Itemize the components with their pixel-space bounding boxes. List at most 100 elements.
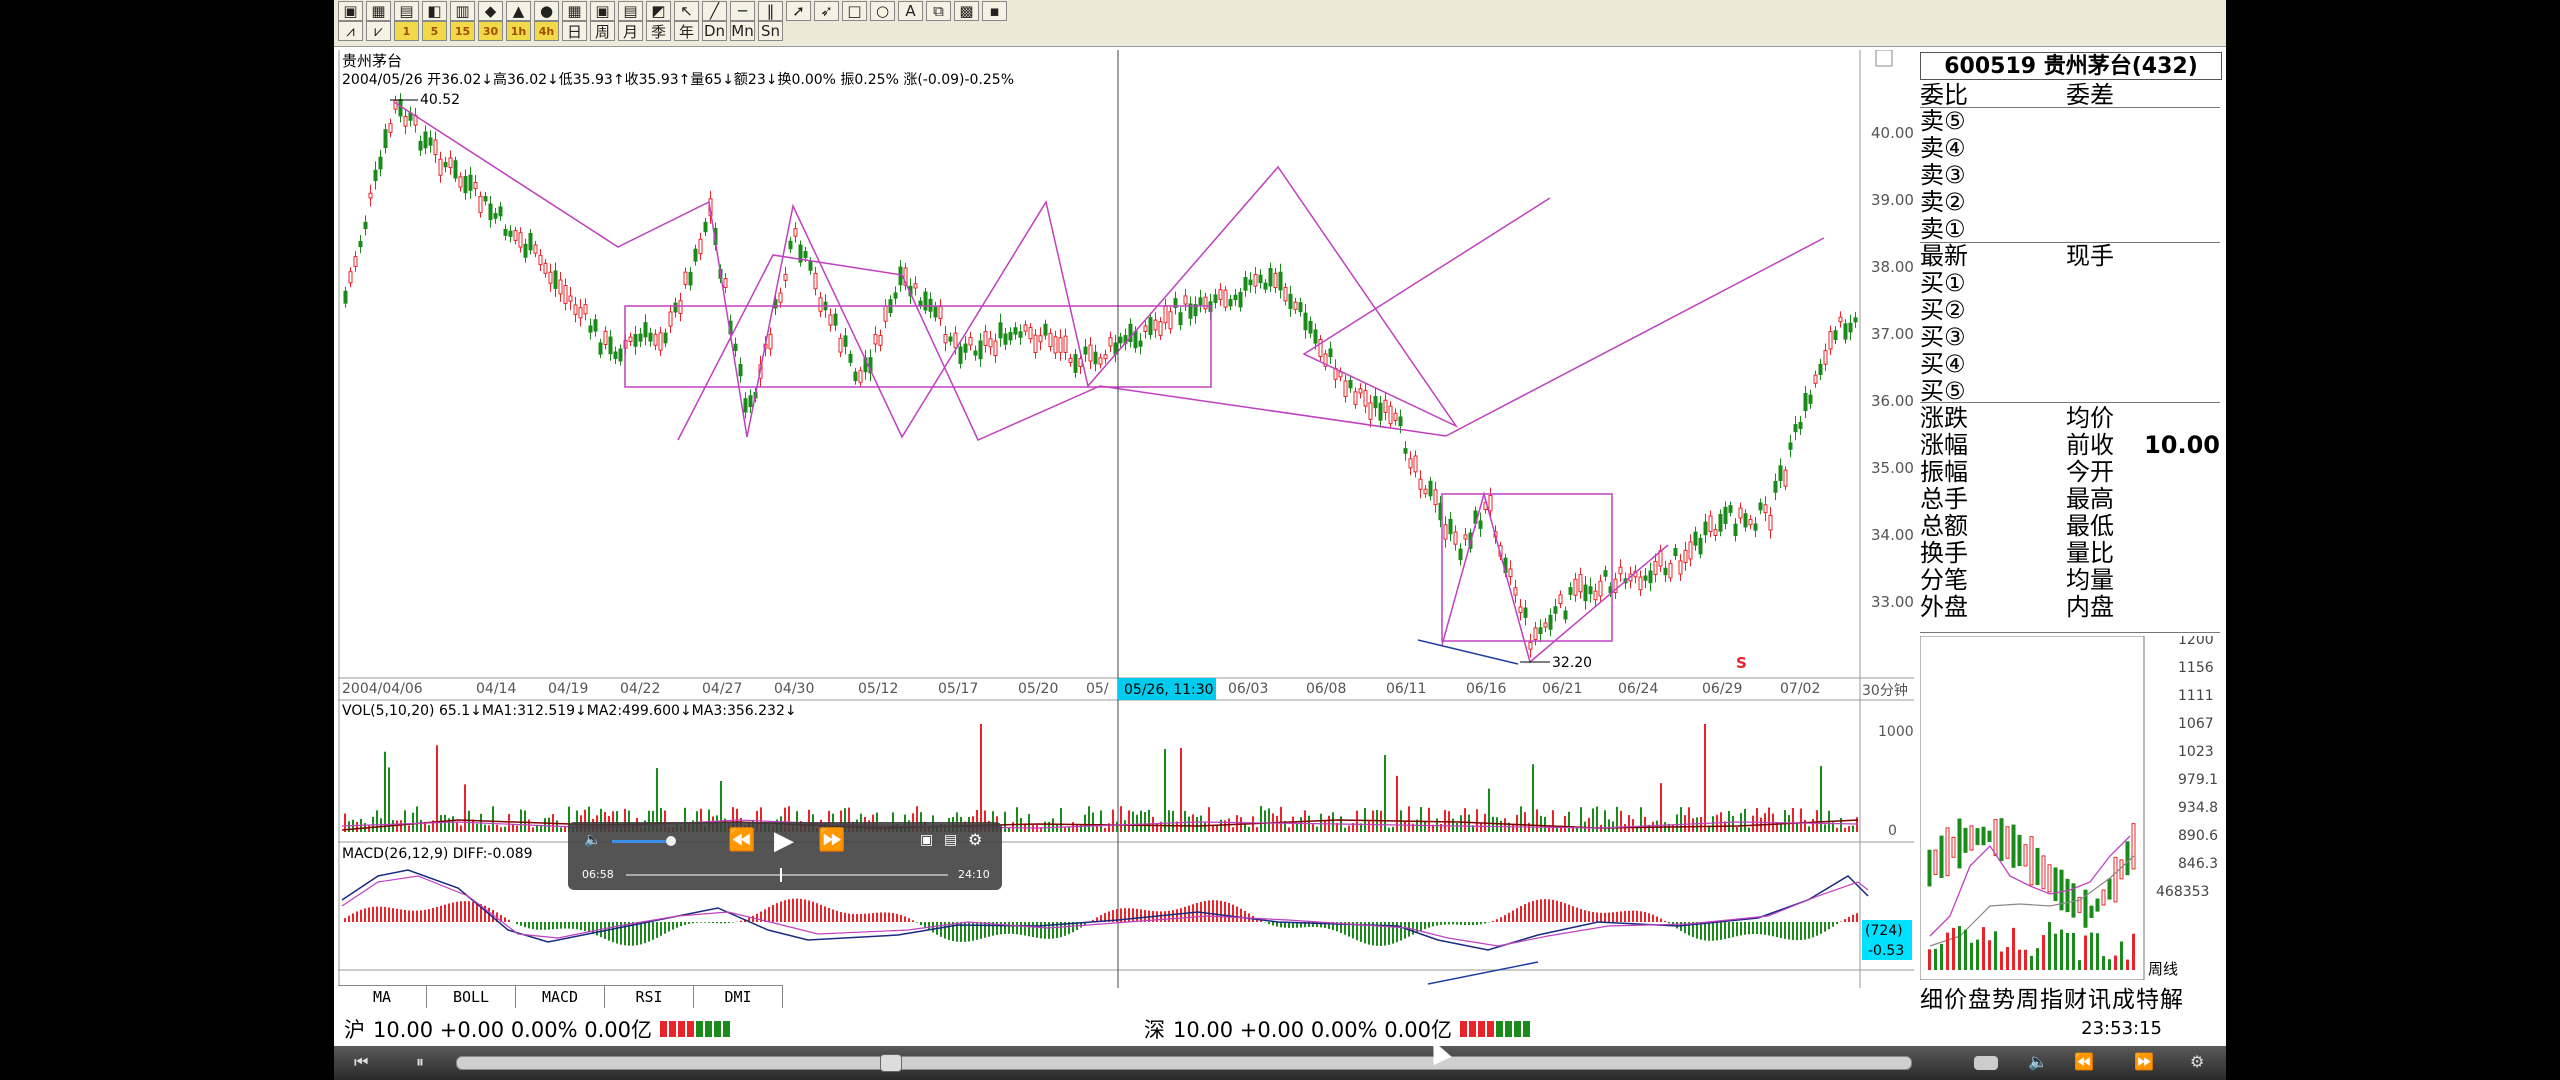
candle bbox=[693, 248, 698, 262]
sz-index[interactable]: 深 10.00 +0.00 0.00% 0.00亿 bbox=[1144, 1014, 1530, 1044]
tab-dmi[interactable]: DMI bbox=[694, 985, 783, 1008]
play-icon[interactable]: ▶ bbox=[774, 826, 794, 856]
rect-tool-icon[interactable]: □ bbox=[842, 1, 867, 21]
macd-bar bbox=[820, 904, 822, 922]
circle-tool-icon[interactable]: ○ bbox=[870, 1, 895, 21]
macd-bar bbox=[1716, 922, 1718, 941]
toolbar-tool-icon[interactable]: ▣ bbox=[338, 1, 363, 21]
period-button-30[interactable]: 30 bbox=[478, 21, 503, 41]
macd-bar bbox=[860, 913, 862, 922]
pip-icon[interactable]: ▣ bbox=[920, 832, 933, 848]
macd-bar bbox=[436, 907, 438, 922]
candle bbox=[348, 271, 353, 284]
period-button-week[interactable]: 周 bbox=[590, 21, 615, 41]
period-button-year[interactable]: 年 bbox=[674, 21, 699, 41]
macd-bar bbox=[1452, 922, 1454, 925]
line-tool-icon[interactable]: ╱ bbox=[702, 1, 727, 21]
color-tool-icon[interactable]: ▩ bbox=[954, 1, 979, 21]
weekly-mini-chart[interactable]: 1200 1156 1111 1067 1023 979.1 934.8 890… bbox=[1920, 636, 2222, 980]
toolbar-tool-icon[interactable]: ◆ bbox=[478, 1, 503, 21]
volume-bar bbox=[1640, 807, 1642, 832]
overlay-volume-slider[interactable] bbox=[612, 836, 676, 846]
date-tick: 04/22 bbox=[620, 681, 660, 697]
seek-thumb[interactable] bbox=[880, 1054, 902, 1072]
period-button-day[interactable]: 日 bbox=[562, 21, 587, 41]
seek-bar[interactable] bbox=[456, 1054, 1912, 1072]
period-button-1h[interactable]: 1h bbox=[506, 21, 531, 41]
save-tool-icon[interactable]: ▪ bbox=[982, 1, 1007, 21]
mini-volume-bar bbox=[2024, 949, 2027, 970]
bars-tool-icon[interactable]: ‖ bbox=[758, 1, 783, 21]
volume-slider[interactable] bbox=[1974, 1056, 1998, 1070]
macd-bar bbox=[1508, 912, 1510, 922]
macd-badge-label: (724) bbox=[1865, 923, 1903, 939]
candle bbox=[1423, 488, 1428, 495]
period-button-4h[interactable]: 4h bbox=[534, 21, 559, 41]
toolbar-tool-icon[interactable]: ▥ bbox=[450, 1, 475, 21]
candle bbox=[1578, 574, 1583, 593]
period-button-5[interactable]: 5 bbox=[422, 21, 447, 41]
volume-bar bbox=[1092, 812, 1094, 832]
chart-type-icon[interactable]: ⩘ bbox=[338, 21, 363, 41]
tab-macd[interactable]: MACD bbox=[516, 985, 605, 1008]
volume-icon[interactable]: 🔈 bbox=[584, 832, 601, 848]
period-button-mn[interactable]: Mn bbox=[730, 21, 755, 41]
tab-ma[interactable]: MA bbox=[338, 985, 427, 1008]
tab-rsi[interactable]: RSI bbox=[605, 985, 694, 1008]
rewind-icon[interactable]: ⏪ bbox=[2074, 1052, 2094, 1071]
arrow-tool-icon[interactable]: ➚ bbox=[786, 1, 811, 21]
arrow-tool-icon[interactable]: ➶ bbox=[814, 1, 839, 21]
period-button-month[interactable]: 月 bbox=[618, 21, 643, 41]
macd-bar bbox=[636, 922, 638, 946]
toolbar-tool-icon[interactable]: ● bbox=[534, 1, 559, 21]
pause-icon[interactable]: ⏸ bbox=[416, 1052, 424, 1072]
forward-icon[interactable]: ⏩ bbox=[818, 828, 845, 853]
skip-back-icon[interactable]: ⏮ bbox=[354, 1052, 368, 1072]
settings-icon[interactable]: ⚙ bbox=[968, 830, 982, 849]
period-button-1[interactable]: 1 bbox=[394, 21, 419, 41]
macd-bar bbox=[808, 900, 810, 922]
toolbar-tool-icon[interactable]: ▲ bbox=[506, 1, 531, 21]
toolbar-tool-icon[interactable]: ◩ bbox=[646, 1, 671, 21]
quote-cell-m: 最低 bbox=[2066, 512, 2114, 540]
candle bbox=[1793, 424, 1798, 433]
text-tool-icon[interactable]: A bbox=[898, 1, 923, 21]
hline-tool-icon[interactable]: ─ bbox=[730, 1, 755, 21]
macd-bar bbox=[1652, 914, 1654, 922]
toolbar-tool-icon[interactable]: ▤ bbox=[394, 1, 419, 21]
macd-bar bbox=[1624, 910, 1626, 922]
settings-icon[interactable]: ⚙ bbox=[2190, 1052, 2204, 1071]
volume-bar bbox=[1532, 764, 1534, 832]
period-button-season[interactable]: 季 bbox=[646, 21, 671, 41]
quote-panel-tabs[interactable]: 细价盘势周指财讯成特解 bbox=[1920, 980, 2226, 1013]
chart-type-icon[interactable]: ⩗ bbox=[366, 21, 391, 41]
toolbar-tool-icon[interactable]: ▦ bbox=[366, 1, 391, 21]
captions-icon[interactable]: ▤ bbox=[944, 832, 957, 848]
macd-bar bbox=[1484, 922, 1486, 924]
copy-tool-icon[interactable]: ⧉ bbox=[926, 1, 951, 21]
overlay-volume-knob[interactable] bbox=[666, 836, 676, 846]
toolbar-tool-icon[interactable]: ▤ bbox=[618, 1, 643, 21]
cursor-tool-icon[interactable]: ↖ bbox=[674, 1, 699, 21]
sh-index[interactable]: 沪 10.00 +0.00 0.00% 0.00亿 bbox=[344, 1014, 730, 1044]
macd-bar bbox=[1232, 904, 1234, 922]
toolbar-tool-icon[interactable]: ▣ bbox=[590, 1, 615, 21]
candle bbox=[848, 353, 853, 363]
forward-icon[interactable]: ⏩ bbox=[2134, 1052, 2154, 1071]
candle bbox=[1258, 274, 1263, 284]
date-tick: 05/12 bbox=[858, 681, 898, 697]
period-button-dn[interactable]: Dn bbox=[702, 21, 727, 41]
macd-bar bbox=[1176, 909, 1178, 922]
mini-volume-bar bbox=[1958, 926, 1961, 970]
quote-row: 换手 量比 bbox=[1920, 540, 2220, 567]
rewind-icon[interactable]: ⏪ bbox=[728, 828, 755, 853]
tab-boll[interactable]: BOLL bbox=[427, 985, 516, 1008]
toolbar-tool-icon[interactable]: ◧ bbox=[422, 1, 447, 21]
period-button-sn[interactable]: Sn bbox=[758, 21, 783, 41]
period-button-15[interactable]: 15 bbox=[450, 21, 475, 41]
overlay-seek-track[interactable] bbox=[626, 868, 948, 882]
toolbar-tool-icon[interactable]: ▦ bbox=[562, 1, 587, 21]
overlay-seek-thumb[interactable] bbox=[780, 868, 782, 882]
volume-icon[interactable]: 🔈 bbox=[2028, 1052, 2048, 1071]
candle bbox=[1598, 580, 1603, 597]
